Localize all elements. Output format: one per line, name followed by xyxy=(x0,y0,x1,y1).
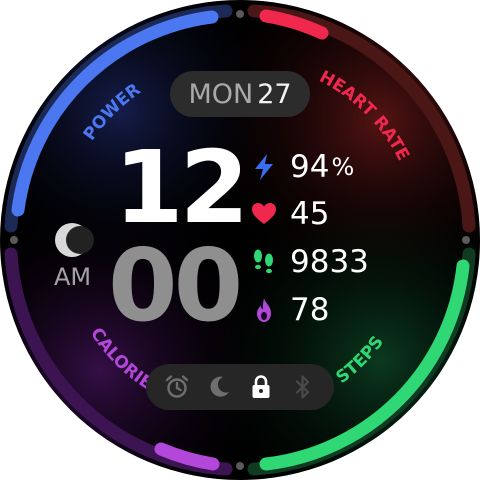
alarm-clock-icon[interactable] xyxy=(163,373,191,401)
heart-rate-stat[interactable]: 45 xyxy=(250,196,329,232)
lock-icon[interactable] xyxy=(247,373,275,401)
steps-stat[interactable]: 9833 xyxy=(250,244,369,280)
flame-icon xyxy=(250,296,278,324)
steps-value: 9833 xyxy=(290,244,369,280)
minute-display: 00 xyxy=(108,227,243,344)
moon-icon[interactable] xyxy=(205,373,233,401)
footsteps-icon xyxy=(250,248,278,276)
date-day: MON xyxy=(188,78,254,110)
battery-value: 94 xyxy=(290,149,330,185)
calories-value: 78 xyxy=(290,292,330,328)
bluetooth-icon[interactable] xyxy=(289,373,317,401)
hour-display: 12 xyxy=(114,129,249,246)
date-display: MON 27 xyxy=(170,71,310,117)
lightning-icon xyxy=(250,153,278,181)
am-pm-indicator: AM xyxy=(54,263,92,291)
status-bar xyxy=(146,364,334,410)
date-number: 27 xyxy=(257,78,292,110)
battery-unit: % xyxy=(331,153,355,181)
heart-icon xyxy=(250,200,278,228)
heart-rate-value: 45 xyxy=(290,196,330,232)
battery-stat[interactable]: 94 % xyxy=(250,149,354,185)
calories-stat[interactable]: 78 xyxy=(250,292,329,328)
